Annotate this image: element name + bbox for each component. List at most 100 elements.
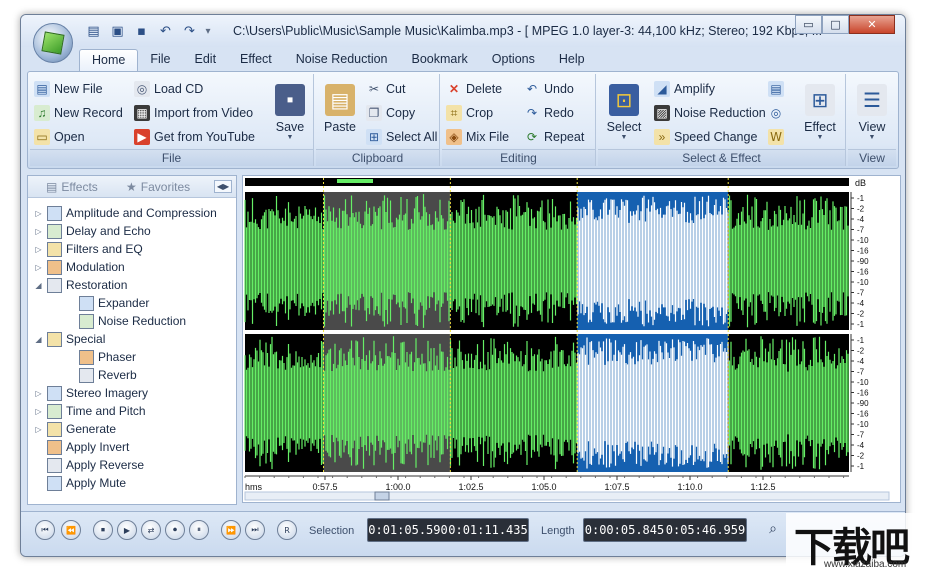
- tree-item[interactable]: Apply Invert: [34, 438, 129, 456]
- effect-tool-icon[interactable]: W: [768, 129, 784, 145]
- waveform-view[interactable]: -1 -2 -4 -7 -10 -16 -90 -16 -10 -7 -4 -2 -1 -1 -2 -4 -7-…: [242, 175, 901, 503]
- tree-item[interactable]: Reverb: [66, 366, 137, 384]
- expander-icon[interactable]: ◢: [34, 281, 43, 290]
- record-button[interactable]: ⏺: [165, 520, 185, 540]
- effect-tool-icon[interactable]: ▤: [768, 81, 784, 97]
- application-menu-button[interactable]: [33, 23, 73, 63]
- rewind-button[interactable]: ⏪: [61, 520, 81, 540]
- expander-icon[interactable]: ▷: [34, 245, 43, 254]
- amplify-button[interactable]: ◢ Amplify: [654, 78, 715, 100]
- db-tick-label: -16: [857, 410, 869, 419]
- tree-item[interactable]: Expander: [66, 294, 149, 312]
- expander-icon[interactable]: ▷: [34, 263, 43, 272]
- expander-icon[interactable]: ▷: [34, 209, 43, 218]
- tab-noise-reduction[interactable]: Noise Reduction: [284, 49, 400, 71]
- tree-item[interactable]: ▷ Delay and Echo: [34, 222, 151, 240]
- crop-button[interactable]: ⌗ Crop: [446, 102, 493, 124]
- tab-effect[interactable]: Effect: [228, 49, 284, 71]
- delete-button[interactable]: ✕ Delete: [446, 78, 502, 100]
- tree-item[interactable]: ▷ Amplitude and Compression: [34, 204, 217, 222]
- phaser-icon: [79, 349, 94, 365]
- tree-item[interactable]: ▷ Modulation: [34, 258, 125, 276]
- effects-panel: ▤ Effects ★ Favorites ◀▶ ▷ Amplitude and …: [27, 175, 237, 505]
- tree-item[interactable]: Apply Reverse: [34, 456, 144, 474]
- ribbon-tabs: Home File Edit Effect Noise Reduction Bo…: [79, 49, 597, 71]
- zoom-icon[interactable]: ⌕: [765, 521, 781, 537]
- tree-item[interactable]: ▷ Time and Pitch: [34, 402, 146, 420]
- view-button[interactable]: ☰ View ▼: [850, 78, 894, 146]
- amplify-icon: ◢: [654, 81, 670, 97]
- pause-button[interactable]: ⏸: [189, 520, 209, 540]
- skip-start-button[interactable]: ⏮: [35, 520, 55, 540]
- tree-item[interactable]: ◢ Restoration: [34, 276, 127, 294]
- expander-icon[interactable]: ▷: [34, 389, 43, 398]
- new-file-button[interactable]: ▤ New File: [34, 78, 103, 100]
- noise-reduction-button[interactable]: ▨ Noise Reduction: [654, 102, 766, 124]
- speed-icon: »: [654, 129, 670, 145]
- cut-button[interactable]: ✂ Cut: [366, 78, 405, 100]
- undo-icon[interactable]: ↶: [155, 21, 176, 41]
- close-button[interactable]: ✕: [849, 15, 895, 34]
- redo-button[interactable]: ↷ Redo: [524, 102, 574, 124]
- waveform-canvas[interactable]: -1-2-4-7-10-16-90-16-10-7-4-2-1-1-2-4-7-…: [243, 176, 900, 502]
- save-icon[interactable]: ▪: [131, 21, 152, 41]
- save-button[interactable]: ▪ Save ▼: [268, 78, 312, 146]
- tab-help[interactable]: Help: [547, 49, 597, 71]
- tab-favorites[interactable]: ★ Favorites: [126, 180, 190, 194]
- new-file-icon: ▤: [34, 81, 50, 97]
- load-cd-button[interactable]: ◎ Load CD: [134, 78, 203, 100]
- tree-item[interactable]: Noise Reduction: [66, 312, 186, 330]
- copy-button[interactable]: ❐ Copy: [366, 102, 415, 124]
- tree-item[interactable]: Apply Mute: [34, 474, 126, 492]
- tree-item[interactable]: ▷ Generate: [34, 420, 116, 438]
- maximize-button[interactable]: □: [822, 15, 849, 34]
- tab-effects[interactable]: ▤ Effects: [46, 180, 98, 194]
- panel-nav-arrows[interactable]: ◀▶: [214, 180, 232, 193]
- minimize-button[interactable]: ▭: [795, 15, 822, 34]
- expander-icon[interactable]: ▷: [34, 425, 43, 434]
- quick-access-toolbar: ▤ ▣ ▪ ↶ ↷ ▾: [83, 21, 213, 41]
- tree-item-label: Delay and Echo: [66, 224, 151, 238]
- tab-bookmark[interactable]: Bookmark: [400, 49, 480, 71]
- new-icon[interactable]: ▤: [83, 21, 104, 41]
- play-button[interactable]: ▶: [117, 520, 137, 540]
- open-icon[interactable]: ▣: [107, 21, 128, 41]
- tab-options[interactable]: Options: [480, 49, 547, 71]
- expander-icon[interactable]: ▷: [34, 407, 43, 416]
- forward-button[interactable]: ⏩: [221, 520, 241, 540]
- import-video-button[interactable]: ▦ Import from Video: [134, 102, 253, 124]
- repeat-mode-button[interactable]: R: [277, 520, 297, 540]
- open-button[interactable]: ▭ Open: [34, 126, 85, 148]
- paste-button[interactable]: ▤ Paste: [318, 78, 362, 146]
- select-button[interactable]: ⊡ Select ▼: [602, 78, 646, 146]
- window-title: C:\Users\Public\Music\Sample Music\Kalim…: [233, 24, 823, 38]
- new-record-button[interactable]: ♫ New Record: [34, 102, 123, 124]
- generate-icon: [47, 421, 62, 437]
- customize-dropdown-icon[interactable]: ▾: [203, 21, 213, 41]
- speed-change-button[interactable]: » Speed Change: [654, 126, 757, 148]
- stop-button[interactable]: ⏹: [93, 520, 113, 540]
- expander-icon[interactable]: ◢: [34, 335, 43, 344]
- effect-button[interactable]: ⊞ Effect ▼: [798, 78, 842, 146]
- redo-icon[interactable]: ↷: [179, 21, 200, 41]
- tree-item[interactable]: ▷ Stereo Imagery: [34, 384, 148, 402]
- expander-icon[interactable]: ▷: [34, 227, 43, 236]
- mix-file-button[interactable]: ◈ Mix File: [446, 126, 509, 148]
- tab-edit[interactable]: Edit: [183, 49, 229, 71]
- repeat-button[interactable]: ⟳ Repeat: [524, 126, 584, 148]
- tab-file[interactable]: File: [138, 49, 182, 71]
- db-label: dB: [855, 178, 866, 188]
- tree-item[interactable]: Phaser: [66, 348, 136, 366]
- undo-button[interactable]: ↶ Undo: [524, 78, 574, 100]
- get-youtube-button[interactable]: ▶ Get from YouTube: [134, 126, 255, 148]
- tree-item[interactable]: ▷ Filters and EQ: [34, 240, 143, 258]
- tree-item[interactable]: ◢ Special: [34, 330, 105, 348]
- select-all-button[interactable]: ⊞ Select All: [366, 126, 437, 148]
- loop-button[interactable]: ⇄: [141, 520, 161, 540]
- effect-tool-icon[interactable]: ◎: [768, 105, 784, 121]
- horizontal-scrollbar: [244, 491, 890, 501]
- skip-end-button[interactable]: ⏭: [245, 520, 265, 540]
- delete-icon: ✕: [448, 82, 460, 96]
- timeline-label: 1:02.5: [458, 482, 483, 492]
- tab-home[interactable]: Home: [79, 49, 139, 71]
